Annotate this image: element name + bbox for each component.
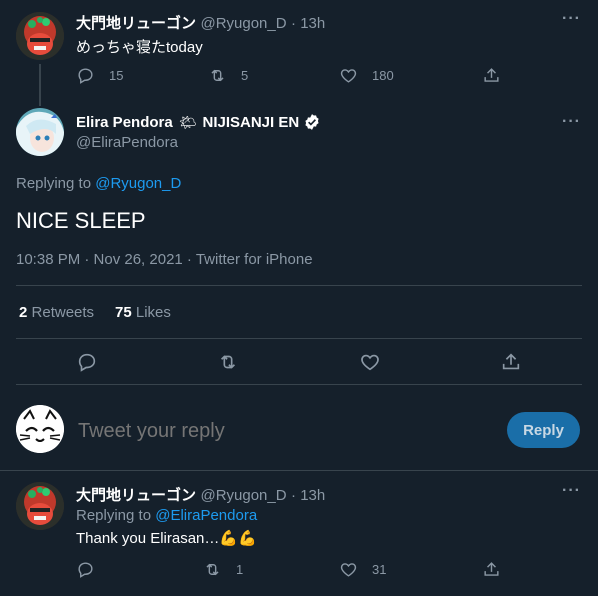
author-name[interactable]: 大門地リューゴン: [76, 487, 196, 504]
share-icon: [484, 68, 499, 82]
verified-badge-icon: [305, 114, 319, 130]
tweet-text: NICE SLEEP: [16, 208, 146, 233]
like-count: 180: [372, 68, 394, 83]
heart-icon: [340, 69, 357, 83]
author-handle[interactable]: @EliraPendora: [76, 134, 178, 151]
replying-label: Replying to: [16, 175, 92, 192]
reply-input[interactable]: [76, 414, 480, 448]
retweet-icon: [220, 355, 236, 369]
reply-action[interactable]: [76, 560, 109, 579]
retweet-count: 1: [236, 562, 244, 577]
tweet-time[interactable]: · 13h: [291, 15, 325, 32]
like-action[interactable]: [359, 351, 395, 373]
thread-line: [39, 64, 41, 106]
likes-stat[interactable]: 75 Likes: [115, 304, 171, 321]
avatar[interactable]: [16, 12, 64, 60]
avatar[interactable]: [16, 405, 64, 453]
author-name[interactable]: 大門地リューゴン: [76, 15, 196, 32]
tweet-text: めっちゃ寝たtoday: [76, 39, 203, 56]
reply-button[interactable]: Reply: [507, 412, 580, 448]
retweet-action[interactable]: 5: [208, 66, 248, 85]
likes-count: 75: [115, 304, 132, 321]
author-handle[interactable]: @Ryugon_D: [200, 15, 286, 32]
share-action[interactable]: [482, 66, 515, 85]
retweet-action[interactable]: 1: [203, 560, 243, 579]
more-options-icon[interactable]: ···: [562, 113, 581, 131]
sun-cloud-emoji-icon: 🌤: [178, 113, 197, 130]
divider: [16, 285, 582, 286]
like-action[interactable]: 31: [339, 560, 386, 579]
reply-icon: [78, 562, 93, 578]
more-options-icon[interactable]: ···: [562, 482, 581, 500]
reply-icon: [78, 68, 93, 84]
likes-label: Likes: [135, 304, 171, 321]
retweet-icon: [211, 69, 224, 82]
like-action[interactable]: 180: [339, 66, 394, 85]
share-action[interactable]: [500, 351, 536, 373]
share-icon: [502, 353, 520, 370]
avatar[interactable]: [16, 108, 64, 156]
retweets-count: 2: [19, 304, 28, 321]
more-options-icon[interactable]: ···: [562, 10, 581, 28]
retweets-label: Retweets: [31, 304, 95, 321]
reply-action[interactable]: [76, 351, 112, 373]
share-action[interactable]: [482, 560, 515, 579]
reply-icon: [78, 353, 96, 372]
share-icon: [484, 562, 499, 576]
author-tag[interactable]: NIJISANJI EN: [202, 114, 299, 131]
heart-icon: [361, 354, 379, 371]
retweet-icon: [206, 563, 219, 576]
author-name[interactable]: Elira Pendora: [76, 114, 173, 131]
flexed-biceps-emoji-icon: 💪💪: [219, 530, 257, 547]
reply-action[interactable]: 15: [76, 66, 123, 85]
avatar[interactable]: [16, 482, 64, 530]
retweet-count: 5: [241, 68, 249, 83]
tweet-text: Thank you Elirasan…: [76, 530, 220, 547]
divider: [16, 384, 582, 385]
heart-icon: [340, 563, 357, 577]
tweet-time[interactable]: · 13h: [291, 487, 325, 504]
author-handle[interactable]: @Ryugon_D: [200, 487, 286, 504]
divider: [0, 470, 598, 471]
tweet-meta[interactable]: 10:38 PM · Nov 26, 2021 · Twitter for iP…: [16, 251, 313, 268]
replying-to-link[interactable]: @Ryugon_D: [95, 175, 181, 192]
retweet-action[interactable]: [217, 351, 253, 373]
retweets-stat[interactable]: 2 Retweets: [19, 304, 94, 321]
replying-label: Replying to: [76, 507, 152, 524]
divider: [16, 338, 582, 339]
like-count: 31: [372, 562, 387, 577]
reply-count: 15: [109, 68, 124, 83]
replying-to-link[interactable]: @EliraPendora: [155, 507, 257, 524]
